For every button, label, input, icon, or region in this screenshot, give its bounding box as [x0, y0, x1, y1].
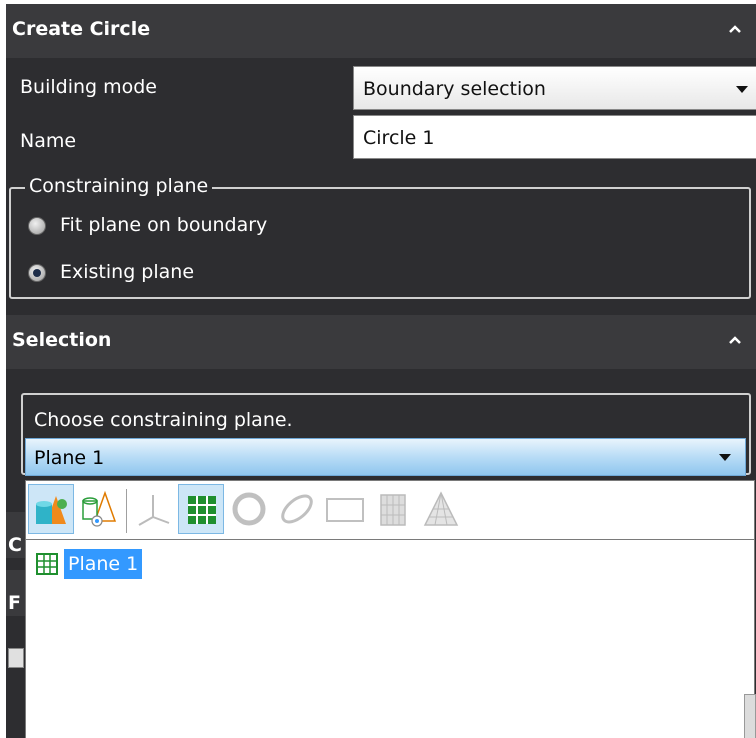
- entity-group-button[interactable]: [76, 484, 122, 534]
- obscured-checkbox: [8, 648, 24, 668]
- name-value: Circle 1: [363, 127, 435, 149]
- dropdown-arrow-icon: [719, 454, 731, 461]
- scrollbar-stub[interactable]: [744, 694, 756, 738]
- coordinate-system-button[interactable]: [130, 484, 176, 534]
- selection-prompt: Choose constraining plane.: [34, 409, 293, 431]
- existing-plane-label[interactable]: Existing plane: [60, 261, 194, 283]
- existing-plane-radio[interactable]: [28, 264, 46, 282]
- building-mode-value: Boundary selection: [363, 78, 546, 100]
- rectangle-filter-button[interactable]: [322, 484, 368, 534]
- obscured-header-text: C: [8, 534, 22, 556]
- constraining-plane-combo[interactable]: Plane 1: [25, 438, 746, 476]
- all-entities-button[interactable]: [28, 484, 74, 534]
- entity-group-icon: [82, 490, 117, 527]
- ellipse-filter-button[interactable]: [274, 484, 320, 534]
- cylinder-filter-button[interactable]: [370, 484, 416, 534]
- name-input[interactable]: Circle 1: [353, 115, 756, 159]
- selection-header[interactable]: Selection: [6, 315, 756, 369]
- fit-plane-radio[interactable]: [28, 217, 46, 235]
- dropdown-arrow-icon: [736, 86, 748, 93]
- cone-icon: [423, 491, 459, 526]
- create-circle-panel: Create Circle Building mode Boundary sel…: [6, 4, 756, 738]
- cone-filter-button[interactable]: [418, 484, 464, 534]
- collapse-caret-icon[interactable]: [728, 333, 742, 347]
- building-mode-dropdown[interactable]: Boundary selection: [353, 66, 756, 110]
- ellipse-icon: [281, 494, 313, 524]
- collapse-caret-icon[interactable]: [728, 22, 742, 36]
- fit-plane-label[interactable]: Fit plane on boundary: [60, 214, 267, 236]
- entity-filter-toolbar: [26, 481, 754, 540]
- toolbar-separator: [126, 489, 127, 533]
- plane-picker-popup: Plane 1: [25, 480, 755, 738]
- coordinate-system-icon: [138, 495, 170, 526]
- cylinder-icon: [380, 494, 406, 526]
- combo-value: Plane 1: [34, 447, 105, 469]
- plane-icon: [188, 496, 216, 524]
- building-mode-label: Building mode: [20, 76, 157, 98]
- circle-icon: [232, 492, 266, 526]
- all-entities-icon: [36, 496, 67, 524]
- name-label: Name: [20, 130, 77, 152]
- obscured-header-text: F: [8, 592, 21, 614]
- plane-filter-button[interactable]: [178, 484, 224, 534]
- create-circle-title: Create Circle: [12, 18, 151, 40]
- plane-icon: [36, 553, 58, 575]
- circle-filter-button[interactable]: [226, 484, 272, 534]
- create-circle-header[interactable]: Create Circle: [6, 4, 756, 58]
- constraining-plane-legend: Constraining plane: [25, 175, 213, 197]
- rectangle-icon: [326, 498, 364, 522]
- selection-title: Selection: [12, 329, 112, 351]
- list-item-label: Plane 1: [64, 549, 143, 579]
